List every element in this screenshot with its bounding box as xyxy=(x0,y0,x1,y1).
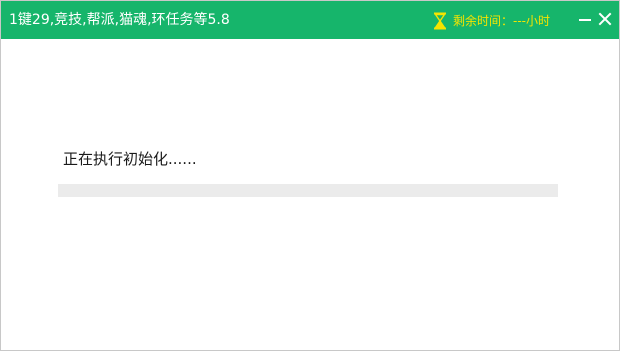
minimize-icon xyxy=(579,19,591,21)
remaining-time: 剩余时间：---小时 xyxy=(433,11,550,31)
close-icon xyxy=(598,12,612,26)
window-title: 1键29,竞技,帮派,猫魂,环任务等5.8 xyxy=(9,12,230,28)
status-message: 正在执行初始化...... xyxy=(63,150,197,168)
close-button[interactable] xyxy=(596,10,614,28)
minimize-button[interactable] xyxy=(576,10,594,28)
remaining-time-label: 剩余时间：---小时 xyxy=(453,14,550,28)
app-window: 1键29,竞技,帮派,猫魂,环任务等5.8 剩余时间：---小时 正在执行初始化… xyxy=(0,0,620,351)
progress-bar xyxy=(58,184,558,197)
title-bar[interactable]: 1键29,竞技,帮派,猫魂,环任务等5.8 剩余时间：---小时 xyxy=(1,1,619,39)
hourglass-icon xyxy=(434,12,446,30)
